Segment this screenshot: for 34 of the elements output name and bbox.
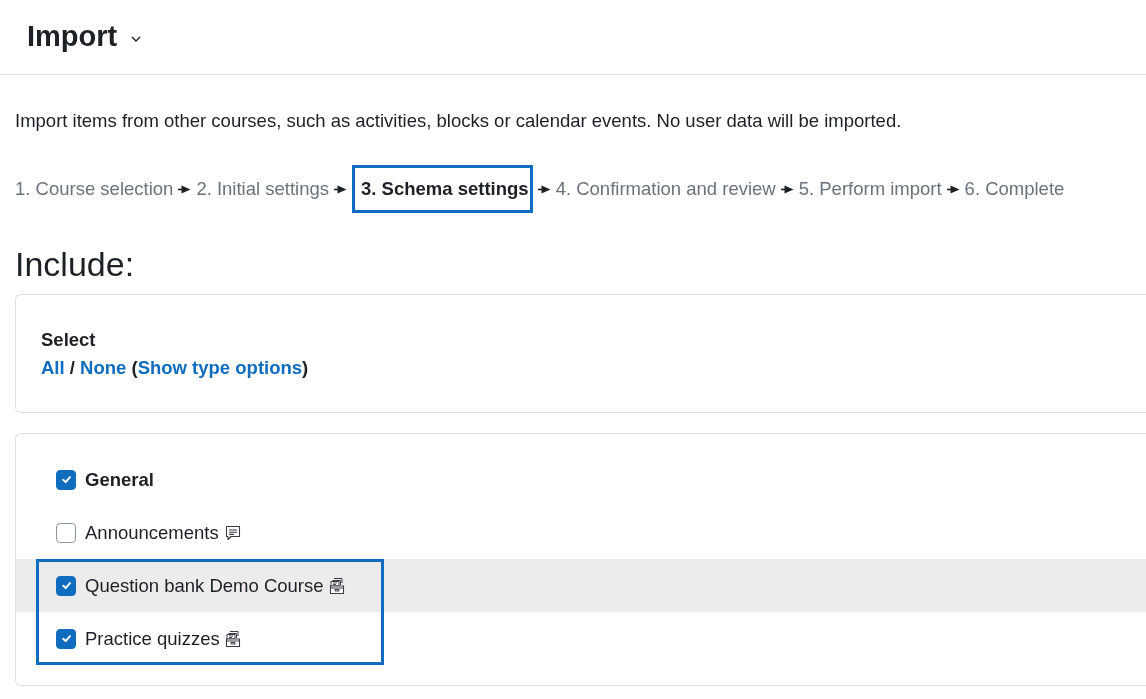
wizard-step: 2. Initial settings bbox=[196, 177, 330, 201]
tick-icon bbox=[59, 473, 73, 486]
select-link[interactable]: Show type options bbox=[137, 357, 303, 378]
arrow-icon bbox=[946, 184, 960, 194]
wizard-step: 6. Complete bbox=[964, 177, 1065, 201]
caret-icon bbox=[131, 35, 142, 42]
page-menu-button[interactable]: Import bbox=[27, 19, 142, 53]
select-link[interactable]: All bbox=[41, 357, 65, 378]
item-label: Question bank Demo Course bbox=[85, 573, 324, 598]
wizard-step: 4. Confirmation and review bbox=[555, 177, 776, 201]
tick-icon bbox=[59, 579, 73, 592]
chat-bubble-icon bbox=[223, 523, 242, 542]
checkbox[interactable] bbox=[56, 469, 76, 490]
arrow-icon bbox=[334, 184, 348, 194]
checkbox[interactable] bbox=[56, 522, 76, 543]
wizard-step: 5. Perform import bbox=[798, 177, 942, 201]
description-text: Import items from other courses, such as activities, blocks or calendar events. No user data will be imported. bbox=[15, 109, 903, 133]
item-label: Practice quizzes bbox=[85, 626, 220, 651]
card-box-icon bbox=[224, 629, 243, 648]
checkbox[interactable] bbox=[56, 575, 76, 596]
arrow-icon bbox=[780, 184, 794, 194]
wizard-step: 1. Course selection bbox=[15, 177, 174, 201]
select-options-text: All / None (Show type options) bbox=[41, 356, 310, 380]
tick-icon bbox=[59, 632, 73, 645]
item-label: General bbox=[85, 467, 154, 492]
wizard-step: 3. Schema settings bbox=[352, 165, 533, 213]
select-label: Select bbox=[41, 328, 97, 352]
item-label: Announcements bbox=[85, 520, 219, 545]
section-heading: Include: bbox=[15, 244, 136, 285]
checkbox[interactable] bbox=[56, 628, 76, 649]
arrow-icon bbox=[537, 184, 551, 194]
arrow-icon bbox=[178, 184, 192, 194]
card-box-icon bbox=[328, 576, 347, 595]
select-link[interactable]: None bbox=[80, 357, 127, 378]
